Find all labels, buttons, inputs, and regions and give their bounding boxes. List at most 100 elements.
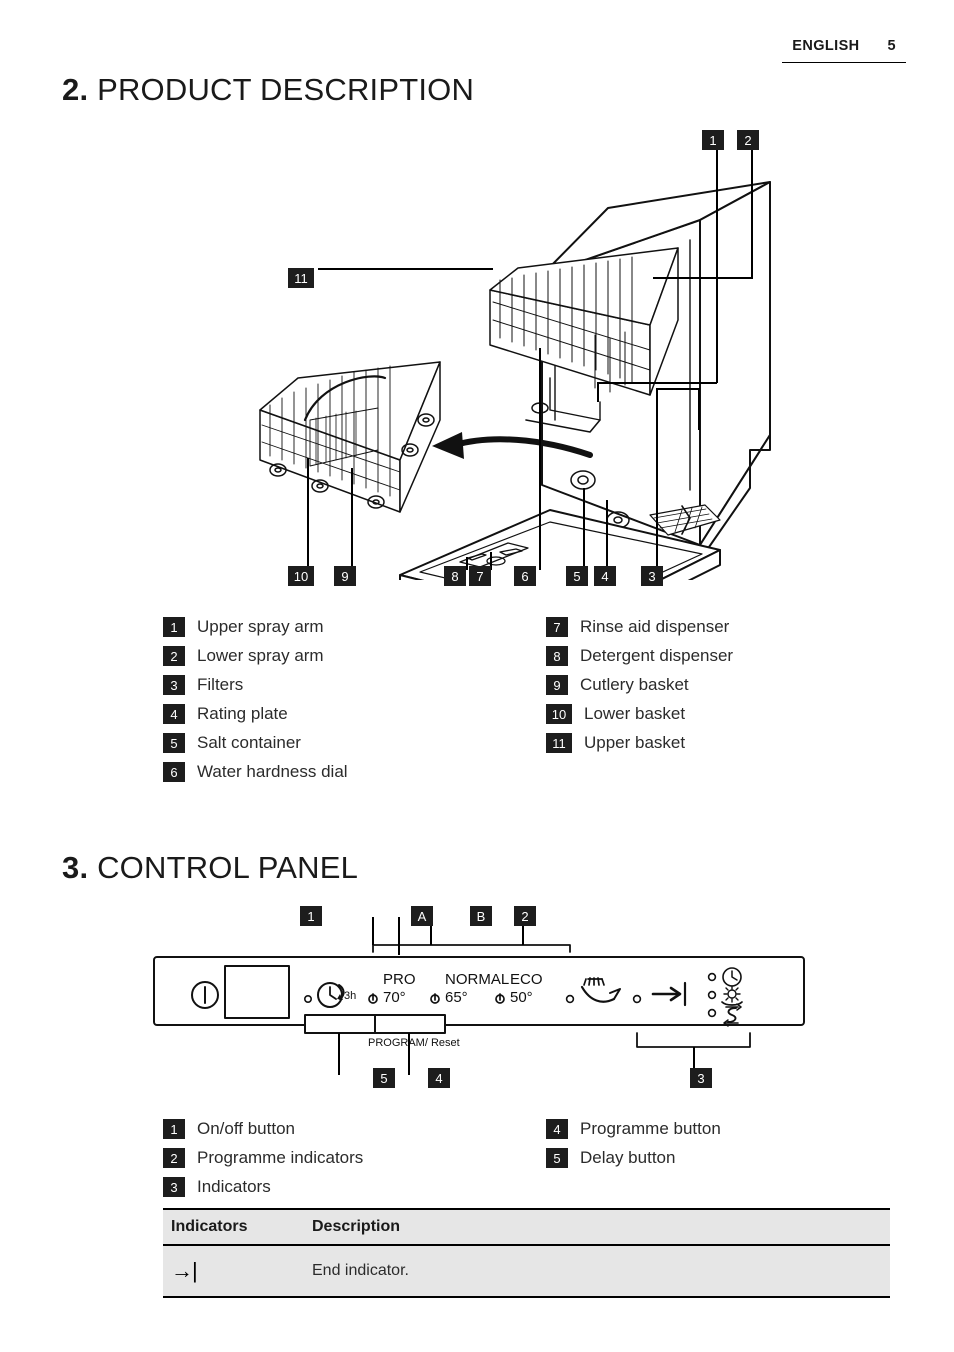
callout-chip-3: 3	[641, 566, 663, 586]
leader-line-9	[351, 468, 353, 570]
legend-label: Programme indicators	[197, 1148, 364, 1167]
leader-line-10	[307, 458, 309, 570]
leader-line-panel-1	[398, 917, 400, 955]
leader-line-5	[583, 488, 585, 570]
callout-chip-7: 7	[469, 566, 491, 586]
legend-label: Detergent dispenser	[580, 646, 734, 665]
leader-line-4	[606, 500, 608, 570]
header-language: ENGLISH	[792, 38, 860, 54]
program-reset-label: PROGRAM/ Reset	[368, 1037, 460, 1049]
legend-chip: 6	[163, 762, 185, 782]
list-item: 1 On/off button	[163, 1118, 363, 1140]
leader-line-2-h	[653, 277, 753, 279]
column-header-indicators: Indicators	[163, 1208, 304, 1246]
callout-chip-panel-5: 5	[373, 1068, 395, 1088]
legend-label: Lower basket	[584, 704, 686, 723]
legend-label: Programme button	[580, 1119, 721, 1138]
callout-chip-panel-B: B	[470, 906, 492, 926]
legend-chip: 2	[163, 1148, 185, 1168]
programme-normal-temp: 65°	[445, 989, 468, 1006]
legend-chip: 4	[163, 704, 185, 724]
callout-chip-panel-3: 3	[690, 1068, 712, 1088]
leader-line-1-v	[597, 382, 599, 402]
product-legend-left: 1 Upper spray arm 2 Lower spray arm 3 Fi…	[163, 616, 348, 783]
legend-label: Rating plate	[197, 704, 288, 723]
legend-chip: 5	[546, 1148, 568, 1168]
legend-chip: 2	[163, 646, 185, 666]
page-header: ENGLISH 5	[782, 38, 906, 63]
indicator-description: End indicator.	[304, 1245, 890, 1298]
legend-label: Indicators	[197, 1177, 271, 1196]
legend-label: Filters	[197, 675, 244, 694]
list-item: 3 Filters	[163, 674, 348, 696]
callout-chip-10: 10	[288, 566, 314, 586]
panel-legend-left: 1 On/off button 2 Programme indicators 3…	[163, 1118, 363, 1198]
legend-label: Delay button	[580, 1148, 676, 1167]
section-title-2: PRODUCT DESCRIPTION	[97, 72, 475, 107]
header-rule	[782, 62, 906, 63]
legend-label: Rinse aid dispenser	[580, 617, 730, 636]
callout-chip-panel-1: 1	[300, 906, 322, 926]
leader-line-6	[539, 348, 541, 570]
callout-chip-11: 11	[288, 268, 314, 288]
callout-chip-panel-4: 4	[428, 1068, 450, 1088]
product-diagram	[250, 120, 810, 636]
legend-chip: 7	[546, 617, 568, 637]
leader-line-1-h	[597, 382, 717, 384]
programme-eco-label: ECO	[510, 971, 543, 988]
legend-label: Upper basket	[584, 733, 686, 752]
page-title-product-description: 2. PRODUCT DESCRIPTION	[62, 72, 474, 108]
section-number-2: 2.	[62, 72, 89, 107]
callout-chip-8: 8	[444, 566, 466, 586]
dishwasher-illustration	[259, 181, 771, 636]
callout-chip-2: 2	[737, 130, 759, 150]
legend-label: On/off button	[197, 1119, 295, 1138]
legend-chip: 3	[163, 1177, 185, 1197]
indicators-table: Indicators Description →| End indicator.	[163, 1208, 890, 1298]
leader-line-panel-A	[372, 917, 374, 945]
list-item: 9 Cutlery basket	[546, 674, 733, 696]
callout-chip-4: 4	[594, 566, 616, 586]
section-title-3: CONTROL PANEL	[97, 850, 359, 885]
end-indicator-icon: →|	[163, 1245, 304, 1298]
product-legend-right: 7 Rinse aid dispenser 8 Detergent dispen…	[546, 616, 733, 754]
leader-line-1	[716, 138, 718, 383]
list-item: 7 Rinse aid dispenser	[546, 616, 733, 638]
leader-line-2	[751, 138, 753, 278]
list-item: 10 Lower basket	[546, 703, 733, 725]
legend-label: Upper spray arm	[197, 617, 324, 636]
legend-chip: 11	[546, 733, 572, 753]
callout-chip-1: 1	[702, 130, 724, 150]
leader-line-8	[466, 557, 468, 570]
leader-line-11	[318, 268, 493, 270]
table-header-row: Indicators Description	[163, 1208, 890, 1246]
list-item: 3 Indicators	[163, 1176, 363, 1198]
legend-chip: 9	[546, 675, 568, 695]
section-number-3: 3.	[62, 850, 89, 885]
list-item: 5 Delay button	[546, 1147, 721, 1169]
programme-pro-label: PRO	[383, 971, 416, 988]
programme-eco-temp: 50°	[510, 989, 533, 1006]
legend-label: Water hardness dial	[197, 762, 348, 781]
leader-line-3-h	[656, 388, 700, 390]
callout-chip-9: 9	[334, 566, 356, 586]
legend-label: Cutlery basket	[580, 675, 689, 694]
callout-chip-panel-A: A	[411, 906, 433, 926]
programme-normal-label: NORMAL	[445, 971, 509, 988]
leader-line-panel-4	[408, 1033, 410, 1075]
list-item: 1 Upper spray arm	[163, 616, 348, 638]
legend-chip: 8	[546, 646, 568, 666]
list-item: 6 Water hardness dial	[163, 761, 348, 783]
callout-chip-6: 6	[514, 566, 536, 586]
legend-chip: 1	[163, 1119, 185, 1139]
legend-chip: 5	[163, 733, 185, 753]
legend-chip: 4	[546, 1119, 568, 1139]
legend-label: Lower spray arm	[197, 646, 324, 665]
list-item: 4 Programme button	[546, 1118, 721, 1140]
list-item: 2 Programme indicators	[163, 1147, 363, 1169]
list-item: 4 Rating plate	[163, 703, 348, 725]
leader-line-3	[656, 388, 658, 570]
leader-line-panel-5	[338, 1033, 340, 1075]
column-header-description: Description	[304, 1208, 890, 1246]
header-page-number: 5	[887, 38, 896, 54]
